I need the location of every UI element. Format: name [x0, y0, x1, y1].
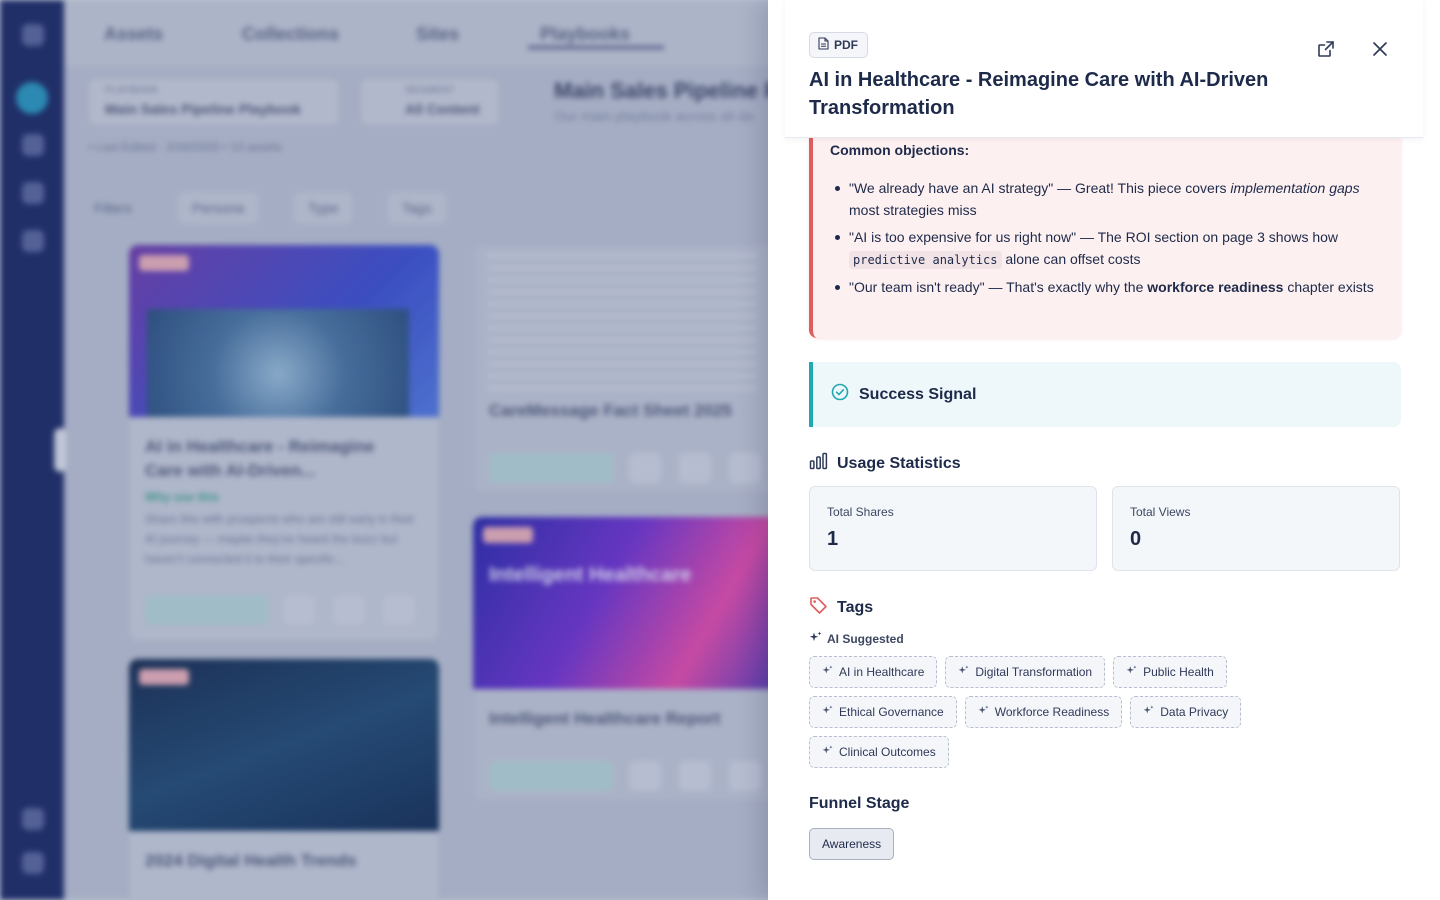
tag-label: AI in Healthcare: [839, 665, 925, 679]
file-type-label: PDF: [834, 38, 858, 52]
tag-label: Workforce Readiness: [994, 705, 1110, 719]
sparkle-icon: [822, 745, 833, 759]
close-icon: [1372, 41, 1388, 62]
objection-text: alone can offset costs: [1001, 251, 1141, 267]
file-type-badge: PDF: [809, 32, 868, 58]
sparkle-icon: [1143, 705, 1154, 719]
drawer-header: PDF AI in Healthcare - Reimagine Care wi…: [785, 0, 1423, 138]
list-item: "AI is too expensive for us right now" —…: [830, 226, 1390, 271]
objection-strong: workforce readiness: [1147, 279, 1284, 295]
sparkle-icon: [822, 705, 833, 719]
tags-heading: Tags: [809, 596, 873, 620]
total-shares-card: Total Shares 1: [809, 486, 1097, 571]
file-icon: [818, 37, 829, 53]
objection-emphasis: implementation gaps: [1230, 180, 1360, 196]
tag-chip[interactable]: Workforce Readiness: [964, 696, 1123, 728]
tag-label: Clinical Outcomes: [839, 745, 936, 759]
check-circle-icon: [831, 383, 849, 406]
open-external-button[interactable]: [1311, 36, 1341, 66]
tag-chip[interactable]: Public Health: [1113, 656, 1227, 688]
asset-title: AI in Healthcare - Reimagine Care with A…: [809, 69, 1269, 119]
sparkle-icon: [822, 665, 833, 679]
objection-text: "AI is too expensive for us right now" —…: [849, 229, 1339, 245]
total-shares-value: 1: [827, 528, 839, 550]
ai-suggested-text: AI Suggested: [827, 632, 904, 646]
tag-label: Data Privacy: [1160, 705, 1229, 719]
funnel-stage-chip[interactable]: Awareness: [809, 828, 895, 860]
objections-heading: Common objections:: [830, 142, 970, 158]
tag-chip[interactable]: Ethical Governance: [809, 696, 957, 728]
objection-text: chapter exists: [1283, 279, 1374, 295]
bar-chart-icon: [809, 452, 828, 475]
usage-statistics-heading: Usage Statistics: [809, 452, 961, 475]
funnel-stage-heading: Funnel Stage: [809, 795, 910, 812]
sparkle-icon: [1126, 665, 1137, 679]
sparkle-icon: [958, 665, 969, 679]
close-button[interactable]: [1365, 36, 1395, 66]
sparkle-icon: [978, 705, 989, 719]
tags-title: Tags: [837, 599, 874, 616]
tag-chip[interactable]: Data Privacy: [1130, 696, 1242, 728]
objection-text: most strategies miss: [849, 202, 977, 218]
list-item: "We already have an AI strategy" — Great…: [830, 177, 1390, 221]
tag-label: Ethical Governance: [839, 705, 944, 719]
objection-text: "We already have an AI strategy" — Great…: [849, 180, 1231, 196]
ai-suggested-label: AI Suggested: [809, 631, 904, 647]
tags-list: AI in Healthcare Digital Transformation Pu…: [809, 656, 1369, 768]
usage-statistics-title: Usage Statistics: [837, 454, 961, 472]
external-link-icon: [1317, 40, 1335, 63]
success-signal-callout[interactable]: Success Signal: [809, 362, 1401, 427]
tag-label: Digital Transformation: [975, 665, 1093, 679]
tag-label: Public Health: [1143, 665, 1214, 679]
success-signal-label: Success Signal: [859, 385, 977, 403]
objection-text: "Our team isn't ready" — That's exactly …: [849, 279, 1148, 295]
total-views-card: Total Views 0: [1112, 486, 1400, 571]
tag-chip[interactable]: AI in Healthcare: [809, 656, 938, 688]
asset-detail-drawer: Common objections: "We already have an A…: [768, 0, 1440, 900]
objection-code: predictive analytics: [849, 251, 1002, 269]
total-views-value: 0: [1130, 528, 1142, 550]
tag-chip[interactable]: Digital Transformation: [945, 656, 1106, 688]
sparkle-icon: [809, 631, 822, 647]
total-shares-label: Total Shares: [827, 505, 894, 519]
list-item: "Our team isn't ready" — That's exactly …: [830, 276, 1390, 298]
tag-chip[interactable]: Clinical Outcomes: [809, 736, 949, 768]
objections-list: "We already have an AI strategy" — Great…: [830, 177, 1390, 303]
total-views-label: Total Views: [1130, 505, 1191, 519]
tag-icon: [809, 596, 828, 620]
